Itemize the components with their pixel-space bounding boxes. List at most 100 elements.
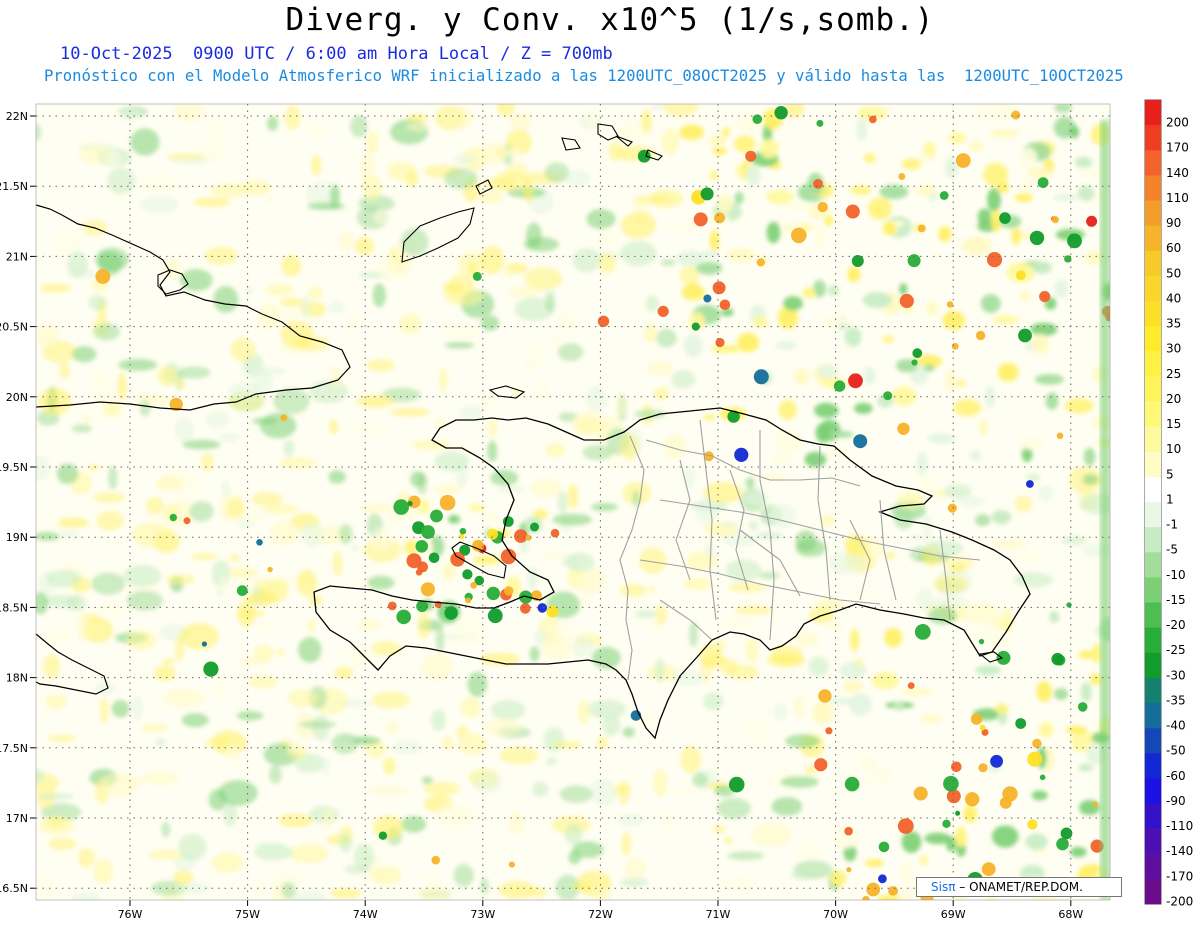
field-blob: [108, 465, 118, 490]
field-cell: [897, 422, 910, 435]
lon-label: 72W: [588, 908, 613, 921]
colorbar-label: -60: [1166, 769, 1186, 783]
field-cell: [444, 606, 458, 620]
field-blob: [901, 831, 922, 853]
field-blob: [45, 694, 67, 709]
field-blob: [1065, 725, 1087, 734]
field-cell: [917, 224, 926, 233]
field-blob: [400, 228, 429, 256]
field-cell: [508, 861, 515, 868]
field-blob: [45, 569, 82, 588]
field-blob: [508, 811, 525, 834]
field-blob: [585, 386, 608, 412]
field-blob: [1074, 156, 1093, 168]
field-blob: [421, 776, 433, 785]
field-blob: [526, 222, 542, 248]
field-blob: [703, 692, 724, 711]
colorbar-label: -1: [1166, 518, 1178, 532]
colorbar-label: 1: [1166, 492, 1174, 506]
field-blob: [339, 833, 352, 853]
field-blob: [254, 844, 293, 861]
field-cell: [791, 227, 807, 244]
field-blob: [923, 364, 936, 372]
field-cell: [1056, 432, 1064, 440]
field-blob: [926, 301, 938, 316]
colorbar-label: -170: [1166, 869, 1193, 883]
field-blob: [969, 141, 984, 152]
field-blob: [71, 424, 93, 433]
field-blob: [962, 236, 992, 256]
field-blob: [1019, 437, 1045, 450]
field-cell: [996, 650, 1011, 665]
field-blob: [1025, 833, 1048, 850]
field-blob: [352, 736, 381, 746]
field-blob: [1069, 125, 1080, 139]
field-blob: [339, 523, 353, 545]
field-blob: [111, 700, 130, 718]
field-blob: [174, 104, 205, 122]
field-blob: [388, 162, 418, 182]
field-blob: [591, 888, 611, 900]
field-blob: [828, 285, 840, 296]
field-blob: [170, 157, 210, 164]
field-blob: [804, 451, 827, 468]
field-blob: [320, 757, 330, 775]
field-blob: [36, 591, 48, 615]
field-blob: [621, 832, 631, 856]
field-blob: [434, 451, 470, 472]
lon-label: 76W: [118, 908, 143, 921]
field-blob: [490, 470, 519, 486]
field-cell: [951, 761, 962, 773]
field-cell: [883, 391, 893, 401]
field-cell: [597, 315, 610, 327]
field-cell: [970, 713, 983, 725]
field-blob: [218, 780, 258, 806]
field-blob: [498, 485, 526, 494]
colorbar-label: 110: [1166, 191, 1189, 205]
field-cell: [95, 269, 111, 284]
field-blob: [532, 781, 549, 797]
field-blob: [204, 246, 238, 265]
field-blob: [434, 484, 464, 495]
field-blob: [1035, 374, 1064, 385]
field-blob: [139, 400, 151, 417]
field-blob: [221, 481, 231, 498]
field-blob: [96, 511, 125, 531]
field-blob: [431, 709, 446, 732]
colorbar-swatch: [1145, 451, 1161, 478]
field-blob: [244, 286, 254, 295]
field-blob: [269, 765, 282, 784]
field-blob: [301, 521, 324, 547]
field-blob: [350, 545, 360, 552]
field-blob: [308, 286, 323, 300]
field-blob: [1030, 322, 1058, 337]
field-blob: [653, 768, 667, 796]
field-cell: [1037, 177, 1049, 189]
field-blob: [56, 229, 82, 254]
field-blob: [509, 113, 531, 131]
field-blob: [173, 870, 194, 886]
field-blob: [36, 455, 50, 481]
field-blob: [646, 361, 674, 376]
field-blob: [839, 662, 867, 679]
field-blob: [334, 666, 353, 679]
field-blob: [36, 124, 42, 141]
field-blob: [641, 109, 652, 134]
field-cell: [693, 212, 708, 227]
field-blob: [795, 530, 817, 552]
field-blob: [1038, 485, 1053, 502]
field-blob: [654, 387, 669, 401]
field-blob: [236, 711, 264, 721]
field-blob: [161, 821, 171, 838]
field-blob: [126, 590, 164, 611]
field-blob: [290, 890, 328, 900]
field-blob: [270, 520, 300, 546]
field-blob: [734, 605, 774, 615]
field-blob: [410, 471, 426, 488]
field-blob: [705, 542, 715, 558]
field-cell: [387, 601, 397, 611]
field-cell: [1011, 110, 1021, 120]
field-blob: [212, 676, 229, 699]
field-cell: [818, 689, 832, 703]
field-blob: [830, 870, 847, 887]
